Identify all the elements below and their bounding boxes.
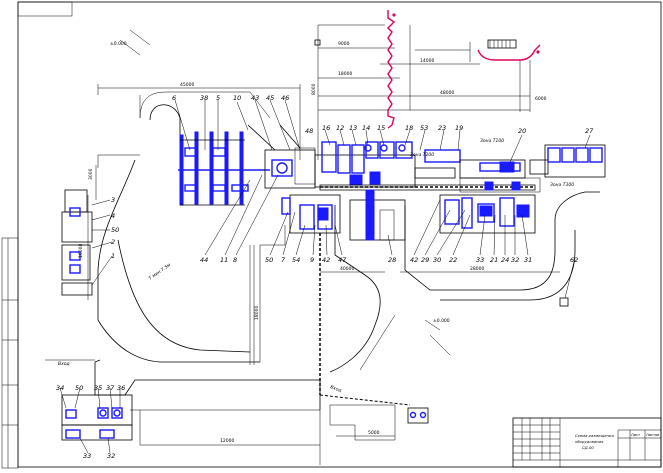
pos-label-40b: 42 xyxy=(410,256,418,264)
dim-level-1: ±0.000 xyxy=(110,41,127,47)
pos-label-28: 29 xyxy=(421,256,429,264)
pos-label-15: 15 xyxy=(377,124,385,132)
zone-t200-label: Зона Т200 xyxy=(410,152,434,158)
pos-label-38: 38 xyxy=(200,94,208,102)
dimension-lines xyxy=(87,24,560,446)
pos-label-47: 50 xyxy=(111,226,119,234)
pos-label-1: 1 xyxy=(111,252,115,260)
pos-label-24: 24 xyxy=(501,256,509,264)
pos-label-27: 28 xyxy=(388,256,396,264)
turn-radius-label: Т мин 7.5м xyxy=(148,262,173,282)
left-storage xyxy=(61,189,93,296)
pos-label-4: 4 xyxy=(111,212,115,220)
pos-label-8: 8 xyxy=(233,256,237,264)
pos-label-23: 23 xyxy=(438,124,446,132)
title-block-code: СД-00 xyxy=(582,445,594,450)
position-labels: 3 4 50 2 1 6 38 5 10 43 45 46 48 16 12 1… xyxy=(56,94,594,460)
pos-label-47c: 50 xyxy=(75,384,83,392)
pos-label-14: 14 xyxy=(362,124,370,132)
dim-right-1: 6000 xyxy=(535,96,547,102)
pos-label-10: 10 xyxy=(233,94,241,102)
pos-label-9: 9 xyxy=(310,256,314,264)
title-block-sheet-label: Лист xyxy=(631,433,640,437)
pos-label-41: 43 xyxy=(251,94,259,102)
dim-bottom-4: 5000 xyxy=(368,430,380,436)
pos-label-32: 33 xyxy=(476,256,484,264)
dim-riser-2: 18000 xyxy=(338,71,352,77)
pos-label-42: 44 xyxy=(200,256,208,264)
pos-label-11: 11 xyxy=(220,256,228,264)
dim-level-2: ±0.000 xyxy=(433,318,450,324)
title-block: Схема размещения оборудования СД-00 Лист… xyxy=(512,417,662,468)
pos-label-37: 36 xyxy=(117,384,125,392)
bottom-station xyxy=(61,297,569,441)
dim-bottom-1: 40000 xyxy=(340,266,354,272)
pos-label-16: 16 xyxy=(322,124,330,132)
pos-label-43: 45 xyxy=(266,94,274,102)
pos-label-31b: 32 xyxy=(107,452,115,460)
entrance-label-2: Вход xyxy=(329,384,342,394)
pos-label-26: 27 xyxy=(585,127,594,135)
pos-label-47b: 50 xyxy=(265,256,273,264)
pos-label-18: 18 xyxy=(405,124,413,132)
pos-label-22: 22 xyxy=(449,256,457,264)
dimension-texts: 45000 9000 18000 14000 48000 6000 ±0.000… xyxy=(78,41,547,444)
leader-lines xyxy=(59,99,591,454)
pos-label-48: 53 xyxy=(420,124,428,132)
dim-vertical-1: 18000 xyxy=(254,306,260,320)
pos-label-32b: 33 xyxy=(83,452,91,460)
pos-label-50: 54 xyxy=(292,256,300,264)
zone-t300-label: Зона Т300 xyxy=(550,182,574,188)
pos-label-45: 47 xyxy=(338,256,347,264)
pos-label-53: 62 xyxy=(570,256,578,264)
pos-label-5: 5 xyxy=(216,94,220,102)
pos-label-7: 7 xyxy=(281,256,286,264)
lower-equipment xyxy=(281,189,536,406)
dim-riser-4: 48000 xyxy=(440,90,454,96)
title-block-title: Схема размещения xyxy=(575,433,614,438)
entrance-label: Вход xyxy=(58,361,70,367)
equipment-layout-drawing: 3 4 50 2 1 6 38 5 10 43 45 46 48 16 12 1… xyxy=(1,1,662,469)
pos-label-33: 34 xyxy=(56,384,64,392)
pos-label-30: 31 xyxy=(524,256,532,264)
dim-vertical-2: 16000 xyxy=(78,244,84,258)
pos-label-46: 48 xyxy=(305,127,313,135)
pipeline-riser xyxy=(387,10,541,129)
pos-label-44: 46 xyxy=(281,94,289,102)
saw-line-left xyxy=(178,124,316,206)
pos-label-6: 6 xyxy=(172,94,176,102)
pos-label-20: 20 xyxy=(518,127,526,135)
title-block-sheets-label: Листов xyxy=(646,433,659,437)
dim-bottom-3: 12000 xyxy=(220,438,234,444)
title-block-subtitle: оборудования xyxy=(575,439,604,444)
dim-vertical-3: 3000 xyxy=(88,168,94,180)
sheet-frame xyxy=(1,1,662,469)
zone-t100-label: Зона Т100 xyxy=(480,138,504,144)
dim-riser-1: 9000 xyxy=(338,41,350,47)
drawing-sheet: 3 4 50 2 1 6 38 5 10 43 45 46 48 16 12 1… xyxy=(0,0,663,469)
pos-label-3: 3 xyxy=(111,196,115,204)
dim-vertical-4: 8000 xyxy=(311,83,317,95)
pos-label-34: 35 xyxy=(94,384,102,392)
pos-label-21: 21 xyxy=(490,256,498,264)
pos-label-2: 2 xyxy=(111,238,115,246)
pos-label-31: 32 xyxy=(511,256,519,264)
dim-riser-3: 14000 xyxy=(420,58,434,64)
pos-label-19: 19 xyxy=(455,124,463,132)
pos-label-29: 30 xyxy=(433,256,441,264)
pos-label-40: 42 xyxy=(322,256,330,264)
pos-label-12: 12 xyxy=(336,124,344,132)
pos-label-13: 13 xyxy=(349,124,357,132)
dim-overall-width: 45000 xyxy=(180,82,194,88)
dim-bottom-2: 28000 xyxy=(470,266,484,272)
pos-label-36: 37 xyxy=(106,384,115,392)
